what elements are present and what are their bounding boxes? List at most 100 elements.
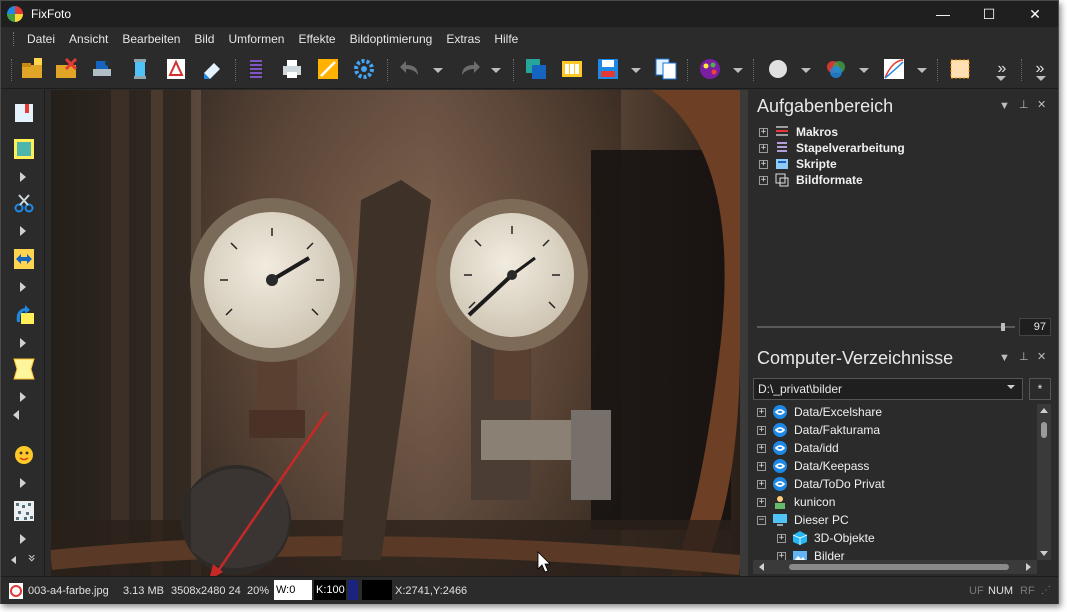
canvas-vertical-scrollbar[interactable] <box>740 90 748 576</box>
task-item-skripte[interactable]: + Skripte <box>759 156 837 172</box>
redo-dropdown-arrow[interactable] <box>491 68 501 73</box>
expander-icon[interactable]: + <box>759 175 768 185</box>
settings-gear-icon[interactable] <box>351 56 377 82</box>
resize-arrows-icon[interactable] <box>11 246 37 272</box>
dir-item[interactable]: + Data/Excelshare <box>757 404 882 420</box>
curves-icon[interactable] <box>881 56 907 82</box>
close-button[interactable]: ✕ <box>1012 1 1058 27</box>
pin-icon[interactable]: ⊥ <box>1019 350 1029 363</box>
save-icon[interactable] <box>595 56 621 82</box>
rgb-channels-icon[interactable] <box>823 56 849 82</box>
panel-menu-icon[interactable]: ▼ <box>999 100 1010 112</box>
tree-horizontal-scrollbar[interactable] <box>753 560 1037 574</box>
palette-dropdown-arrow[interactable] <box>733 68 743 73</box>
resize-grip-icon[interactable]: ⋰ <box>1041 583 1051 599</box>
dir-item[interactable]: − Dieser PC <box>757 512 849 528</box>
menu-bearbeiten[interactable]: Bearbeiten <box>115 27 187 51</box>
copy-icon[interactable] <box>653 56 679 82</box>
hscroll-thumb[interactable] <box>789 564 1009 570</box>
menu-hilfe[interactable]: Hilfe <box>487 27 525 51</box>
open-folder-icon[interactable] <box>19 56 45 82</box>
toolbar-overflow-arrow[interactable] <box>996 76 1006 81</box>
expander-icon[interactable]: + <box>759 159 768 169</box>
menu-ansicht[interactable]: Ansicht <box>62 27 115 51</box>
channels-dropdown-arrow[interactable] <box>859 68 869 73</box>
tree-vertical-scrollbar[interactable] <box>1037 404 1051 560</box>
scroll-left-arrow[interactable] <box>759 563 764 571</box>
scroll-down-arrow[interactable] <box>1040 551 1048 556</box>
crop-tool-icon[interactable] <box>11 100 37 126</box>
selection-icon[interactable] <box>947 56 973 82</box>
hourglass-icon[interactable] <box>127 56 153 82</box>
shape-dropdown-arrow[interactable] <box>801 68 811 73</box>
expander-icon[interactable]: − <box>757 515 766 525</box>
dir-item[interactable]: + Data/idd <box>757 440 839 456</box>
task-item-bildformate[interactable]: + Bildformate <box>759 172 863 188</box>
menu-extras[interactable]: Extras <box>439 27 487 51</box>
expander-icon[interactable]: + <box>777 533 786 543</box>
panel-close-icon[interactable]: ✕ <box>1037 350 1046 363</box>
filter-field[interactable]: * <box>1029 378 1051 400</box>
maximize-button[interactable]: ☐ <box>966 1 1012 27</box>
expander-icon[interactable]: + <box>759 143 768 153</box>
undo-icon[interactable] <box>397 56 423 82</box>
expander-icon[interactable]: + <box>757 407 766 417</box>
toolbox-scroll-left[interactable] <box>11 556 16 564</box>
dir-item[interactable]: + Data/ToDo Privat <box>757 476 885 492</box>
tool-expand-arrow[interactable] <box>20 172 26 182</box>
panel-close-icon[interactable]: ✕ <box>1037 98 1046 111</box>
curves-dropdown-arrow[interactable] <box>917 68 927 73</box>
dir-item[interactable]: + kunicon <box>757 494 835 510</box>
menu-datei[interactable]: Datei <box>20 27 62 51</box>
export-icon[interactable] <box>315 56 341 82</box>
batch-list-icon[interactable] <box>243 56 269 82</box>
dir-item[interactable]: +3D-Objekte <box>777 530 875 546</box>
pdf-icon[interactable] <box>163 56 189 82</box>
menu-umformen[interactable]: Umformen <box>221 27 291 51</box>
expander-icon[interactable]: + <box>757 425 766 435</box>
scroll-up-arrow[interactable] <box>1040 408 1048 413</box>
face-retouch-icon[interactable] <box>11 442 37 468</box>
print-icon[interactable] <box>279 56 305 82</box>
path-dropdown-arrow[interactable] <box>1007 385 1015 389</box>
expander-icon[interactable]: + <box>759 127 768 137</box>
scroll-right-arrow[interactable] <box>1026 563 1031 571</box>
compare-icon[interactable] <box>523 56 549 82</box>
tool-collapse-arrow[interactable] <box>13 410 19 420</box>
panel-menu-icon[interactable]: ▼ <box>999 352 1010 364</box>
tool-expand-arrow[interactable] <box>20 226 26 236</box>
dir-item[interactable]: + Data/Fakturama <box>757 422 880 438</box>
menu-bild[interactable]: Bild <box>187 27 221 51</box>
tool-expand-arrow[interactable] <box>20 392 26 402</box>
expander-icon[interactable]: + <box>757 443 766 453</box>
tool-expand-arrow[interactable] <box>20 478 26 488</box>
status-zoom[interactable]: 20% <box>247 583 269 599</box>
image-canvas[interactable] <box>51 90 740 576</box>
film-frames-icon[interactable] <box>559 56 585 82</box>
frame-tool-icon[interactable] <box>11 136 37 162</box>
perspective-tool-icon[interactable] <box>11 356 37 382</box>
tool-expand-arrow[interactable] <box>20 338 26 348</box>
scissors-icon[interactable] <box>11 190 37 216</box>
scanner-icon[interactable] <box>89 56 115 82</box>
menu-effekte[interactable]: Effekte <box>291 27 342 51</box>
rotate-tool-icon[interactable] <box>11 302 37 328</box>
tool-expand-arrow[interactable] <box>20 534 26 544</box>
task-item-stapelverarbeitung[interactable]: + Stapelverarbeitung <box>759 140 905 156</box>
toolbar-more-arrow[interactable] <box>1036 76 1046 81</box>
expander-icon[interactable]: + <box>757 479 766 489</box>
scroll-thumb[interactable] <box>1041 422 1047 438</box>
color-palette-icon[interactable] <box>697 56 723 82</box>
toolbox-more-icon[interactable]: » <box>23 554 39 563</box>
dir-item[interactable]: + Data/Keepass <box>757 458 869 474</box>
task-slider-thumb[interactable] <box>1001 323 1005 331</box>
circle-shape-icon[interactable] <box>765 56 791 82</box>
expander-icon[interactable]: + <box>757 497 766 507</box>
task-slider-value[interactable]: 97 <box>1019 318 1051 336</box>
task-item-makros[interactable]: + Makros <box>759 124 838 140</box>
expander-icon[interactable]: + <box>757 461 766 471</box>
redo-icon[interactable] <box>457 56 483 82</box>
noise-filter-icon[interactable] <box>11 498 37 524</box>
pin-icon[interactable]: ⊥ <box>1019 98 1029 111</box>
tool-expand-arrow[interactable] <box>20 282 26 292</box>
